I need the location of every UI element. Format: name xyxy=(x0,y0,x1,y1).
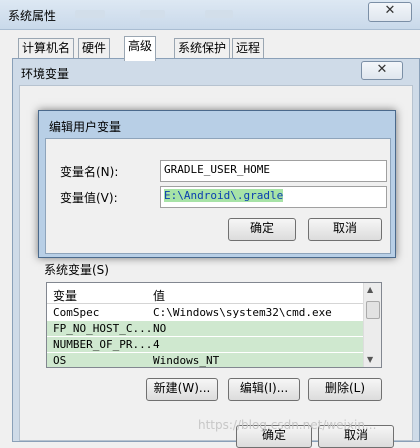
new-variable-button[interactable]: 新建(W)... xyxy=(146,378,218,401)
variable-name-input[interactable]: GRADLE_USER_HOME xyxy=(160,160,387,182)
row-value: 4 xyxy=(153,338,160,351)
system-variables-list[interactable]: 变量 值 ComSpec C:\Windows\system32\cmd.exe… xyxy=(46,282,382,368)
edit-user-variable-title: 编辑用户变量 xyxy=(49,120,122,134)
table-row[interactable]: ComSpec C:\Windows\system32\cmd.exe xyxy=(47,305,364,320)
row-name: OS xyxy=(53,354,67,367)
scroll-down-icon[interactable]: ▼ xyxy=(367,355,373,364)
system-properties-titlebar: 系统属性 ✕ xyxy=(0,0,420,30)
table-row[interactable]: NUMBER_OF_PR... 4 xyxy=(47,337,364,352)
row-name: FP_NO_HOST_C... xyxy=(53,322,153,335)
variable-name-text: GRADLE_USER_HOME xyxy=(164,163,270,176)
delete-variable-button[interactable]: 删除(L) xyxy=(308,378,382,401)
column-header-name[interactable]: 变量 xyxy=(53,287,77,304)
column-header-value[interactable]: 值 xyxy=(153,287,165,304)
obscured-text xyxy=(75,10,105,18)
row-value: C:\Windows\system32\cmd.exe xyxy=(153,306,332,319)
tab-advanced[interactable]: 高级 xyxy=(124,36,157,61)
variable-value-text: E:\Android\.gradle xyxy=(164,189,284,202)
watermark: https://blog.csdn.net/weixin... xyxy=(198,418,377,432)
edit-user-variable-body: 变量名(N): GRADLE_USER_HOME 变量值(V): E:\Andr… xyxy=(45,138,391,254)
variable-name-label: 变量名(N): xyxy=(60,165,119,179)
list-scrollbar[interactable]: ▲ ▼ xyxy=(363,283,381,367)
variable-value-input[interactable]: E:\Android\.gradle xyxy=(160,186,387,208)
row-name: ComSpec xyxy=(53,306,100,319)
dialog-ok-button[interactable]: 确定 xyxy=(228,218,296,241)
edit-variable-button[interactable]: 编辑(I)... xyxy=(228,378,300,401)
tab-remote[interactable]: 远程 xyxy=(232,38,265,59)
scroll-up-icon[interactable]: ▲ xyxy=(367,285,373,294)
scrollbar-thumb[interactable] xyxy=(366,301,380,319)
table-row[interactable]: OS Windows_NT xyxy=(47,353,364,367)
system-variables-label: 系统变量(S) xyxy=(44,263,109,277)
close-icon: ✕ xyxy=(384,3,396,18)
table-row[interactable]: FP_NO_HOST_C... NO xyxy=(47,321,364,336)
row-value: Windows_NT xyxy=(153,354,220,367)
environment-variables-title: 环境变量 xyxy=(21,67,70,81)
edit-user-variable-dialog: 编辑用户变量 变量名(N): GRADLE_USER_HOME 变量值(V): … xyxy=(38,110,396,258)
dialog-cancel-button[interactable]: 取消 xyxy=(308,218,382,241)
close-icon: ✕ xyxy=(376,62,388,77)
obscured-text xyxy=(140,10,165,18)
row-value: NO xyxy=(153,322,167,335)
tab-system-protection[interactable]: 系统保护 xyxy=(174,38,231,59)
system-properties-title: 系统属性 xyxy=(8,9,57,23)
system-properties-close-button[interactable]: ✕ xyxy=(368,2,412,22)
variable-value-label: 变量值(V): xyxy=(60,191,118,205)
environment-variables-close-button[interactable]: ✕ xyxy=(361,61,403,80)
tab-computer-name[interactable]: 计算机名 xyxy=(18,38,75,59)
list-header: 变量 值 xyxy=(47,283,364,304)
row-name: NUMBER_OF_PR... xyxy=(53,338,153,351)
tab-hardware[interactable]: 硬件 xyxy=(78,38,111,59)
obscured-text xyxy=(205,10,233,18)
